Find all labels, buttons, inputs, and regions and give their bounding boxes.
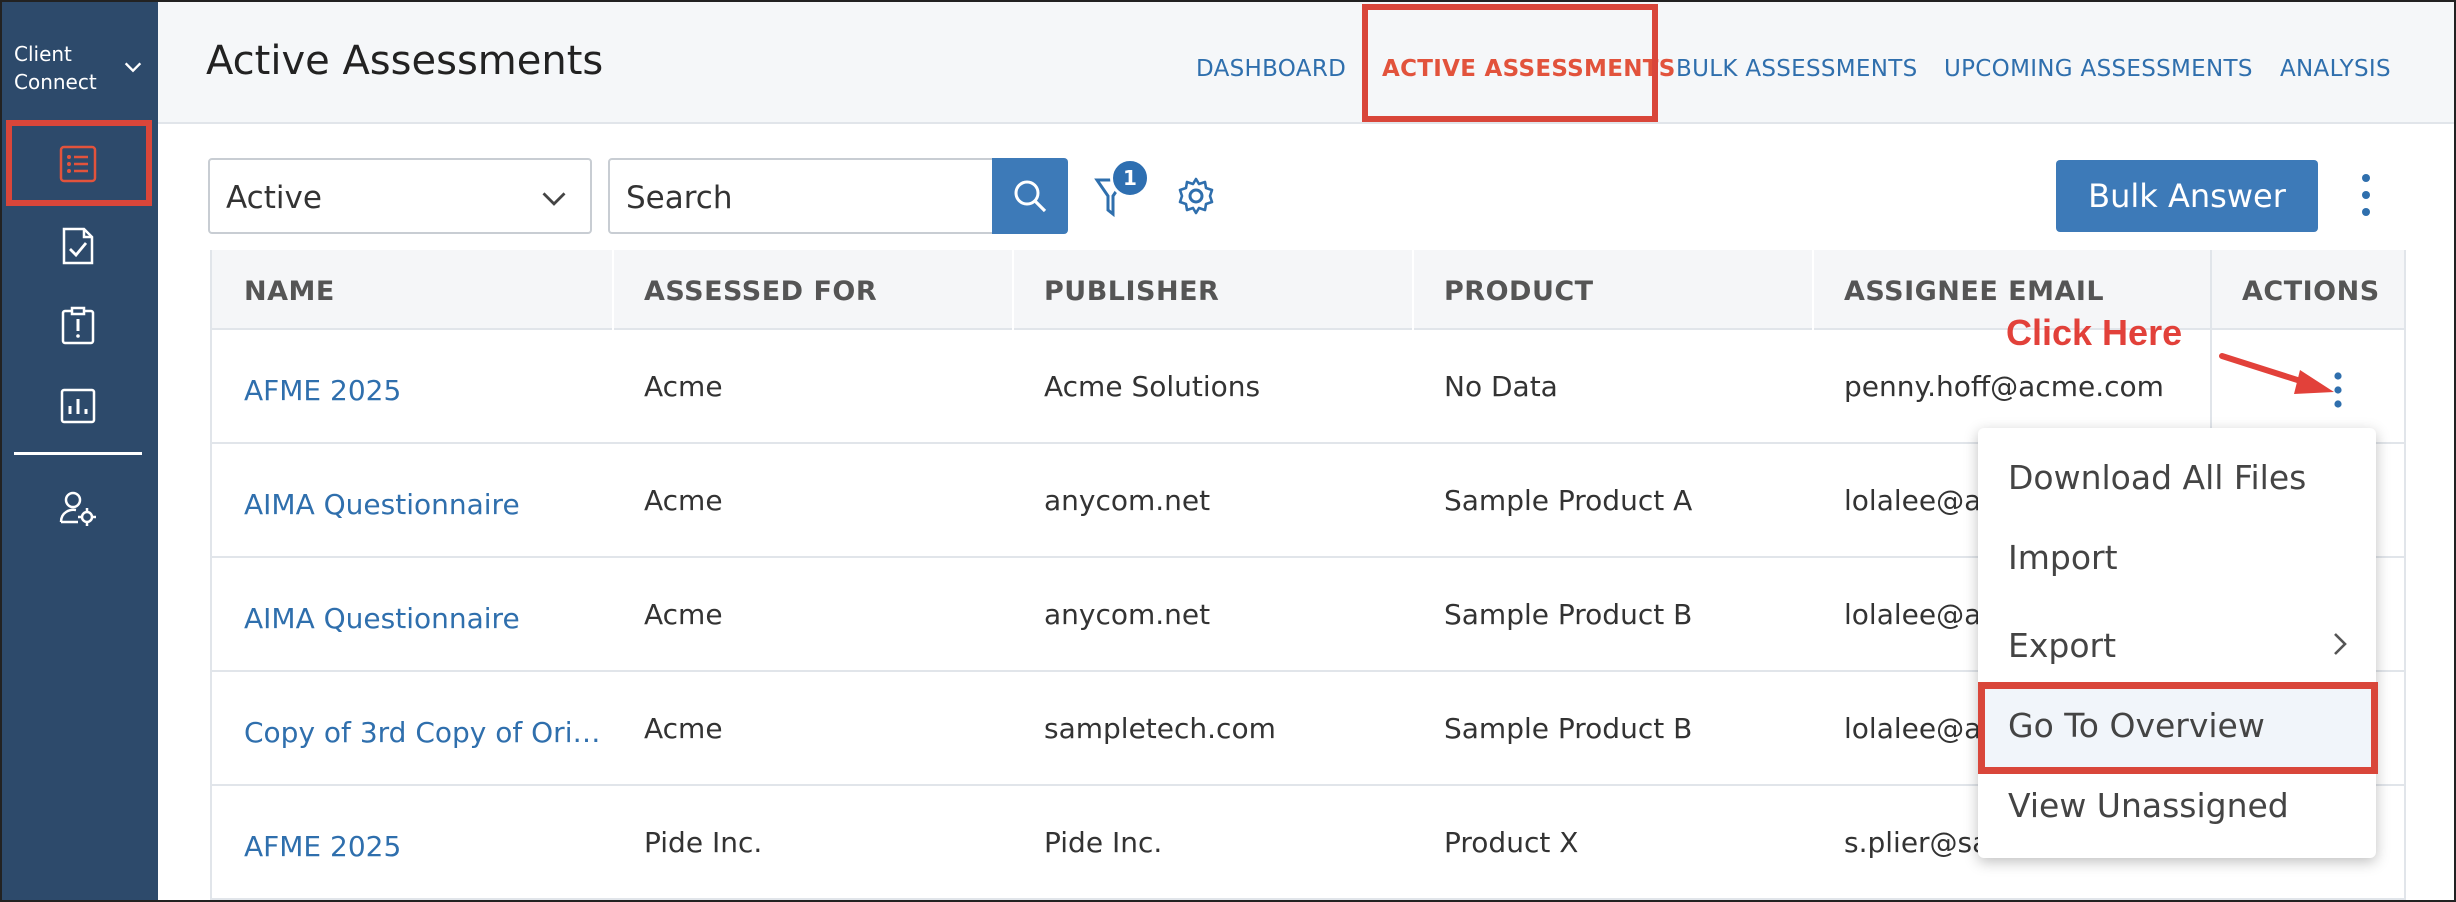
publisher-cell: Pide Inc.	[1044, 826, 1163, 859]
chevron-right-icon	[2334, 633, 2347, 655]
assessment-name-link[interactable]: AIMA Questionnaire	[244, 602, 520, 635]
assessed-for-cell: Pide Inc.	[644, 826, 763, 859]
assignee-email-cell: lolalee@ac	[1844, 598, 1997, 631]
page-title: Active Assessments	[206, 38, 604, 84]
assessment-name-link[interactable]: AFME 2025	[244, 830, 401, 863]
user-settings-icon	[59, 491, 96, 526]
search-input[interactable]: Search	[608, 158, 994, 234]
sidebar-item-user-settings[interactable]	[50, 480, 106, 536]
alert-clipboard-icon	[61, 306, 95, 345]
menu-item-download-all-files[interactable]: Download All Files	[2008, 458, 2306, 497]
status-select-value: Active	[226, 180, 322, 216]
column-header-publisher[interactable]: PUBLISHER	[1044, 276, 1219, 307]
assessed-for-cell: Acme	[644, 598, 723, 631]
nav-highlight-box	[1362, 4, 1658, 122]
filter-count-badge: 1	[1110, 158, 1150, 198]
assignee-email-cell: penny.hoff@acme.com	[1844, 370, 2164, 403]
menu-item-import[interactable]: Import	[2008, 538, 2118, 577]
sidebar-item-reports[interactable]	[50, 378, 106, 434]
assessed-for-cell: Acme	[644, 370, 723, 403]
more-options-icon[interactable]	[2356, 170, 2376, 220]
menu-highlight-box	[1978, 682, 2378, 774]
chevron-down-icon	[542, 192, 566, 206]
bulk-answer-button[interactable]: Bulk Answer	[2056, 160, 2318, 232]
product-cell: Product X	[1444, 826, 1579, 859]
checklist-icon	[62, 227, 94, 265]
annotation-arrow-icon	[2219, 353, 2334, 394]
column-header-assignee-email[interactable]: ASSIGNEE EMAIL	[1844, 276, 2104, 307]
menu-item-export[interactable]: Export	[2008, 626, 2116, 665]
status-select[interactable]: Active	[208, 158, 592, 234]
assignee-email-cell: lolalee@ac	[1844, 484, 1997, 517]
nav-upcoming-assessments[interactable]: UPCOMING ASSESSMENTS	[1944, 56, 2253, 82]
row-actions-menu: Download All Files Import Export Go To O…	[1978, 428, 2376, 858]
assessed-for-cell: Acme	[644, 484, 723, 517]
gear-icon[interactable]	[1176, 176, 1216, 216]
sidebar: Client Connect	[0, 0, 158, 902]
nav-bulk-assessments[interactable]: BULK ASSESSMENTS	[1676, 56, 1918, 82]
column-header-actions: ACTIONS	[2242, 276, 2380, 307]
sidebar-item-completed[interactable]	[50, 218, 106, 274]
column-header-product[interactable]: PRODUCT	[1444, 276, 1594, 307]
assessment-name-link[interactable]: AFME 2025	[244, 374, 401, 407]
product-cell: Sample Product A	[1444, 484, 1693, 517]
publisher-cell: sampletech.com	[1044, 712, 1276, 745]
publisher-cell: anycom.net	[1044, 598, 1211, 631]
sidebar-highlight-box	[6, 120, 152, 206]
product-cell: No Data	[1444, 370, 1558, 403]
product-cell: Sample Product B	[1444, 712, 1693, 745]
assessment-name-link[interactable]: Copy of 3rd Copy of Ori…	[244, 716, 600, 749]
client-switcher[interactable]: Client Connect	[14, 40, 144, 100]
search-placeholder: Search	[626, 180, 733, 216]
assignee-email-cell: s.plier@sa	[1844, 826, 1990, 859]
chevron-down-icon	[124, 62, 142, 73]
click-here-annotation: Click Here	[2006, 312, 2183, 353]
assignee-email-cell: lolalee@ac	[1844, 712, 1997, 745]
assessment-name-link[interactable]: AIMA Questionnaire	[244, 488, 520, 521]
column-header-assessed-for[interactable]: ASSESSED FOR	[644, 276, 877, 307]
sidebar-item-alerts[interactable]	[50, 298, 106, 354]
sidebar-divider	[14, 452, 142, 455]
product-cell: Sample Product B	[1444, 598, 1693, 631]
publisher-cell: Acme Solutions	[1044, 370, 1261, 403]
search-button[interactable]	[992, 158, 1068, 234]
assessed-for-cell: Acme	[644, 712, 723, 745]
nav-analysis[interactable]: ANALYSIS	[2280, 56, 2391, 82]
publisher-cell: anycom.net	[1044, 484, 1211, 517]
column-header-name[interactable]: NAME	[244, 276, 335, 307]
report-chart-icon	[60, 388, 96, 424]
search-icon	[1014, 180, 1047, 213]
menu-item-view-unassigned[interactable]: View Unassigned	[2008, 786, 2289, 825]
nav-dashboard[interactable]: DASHBOARD	[1196, 56, 1346, 82]
